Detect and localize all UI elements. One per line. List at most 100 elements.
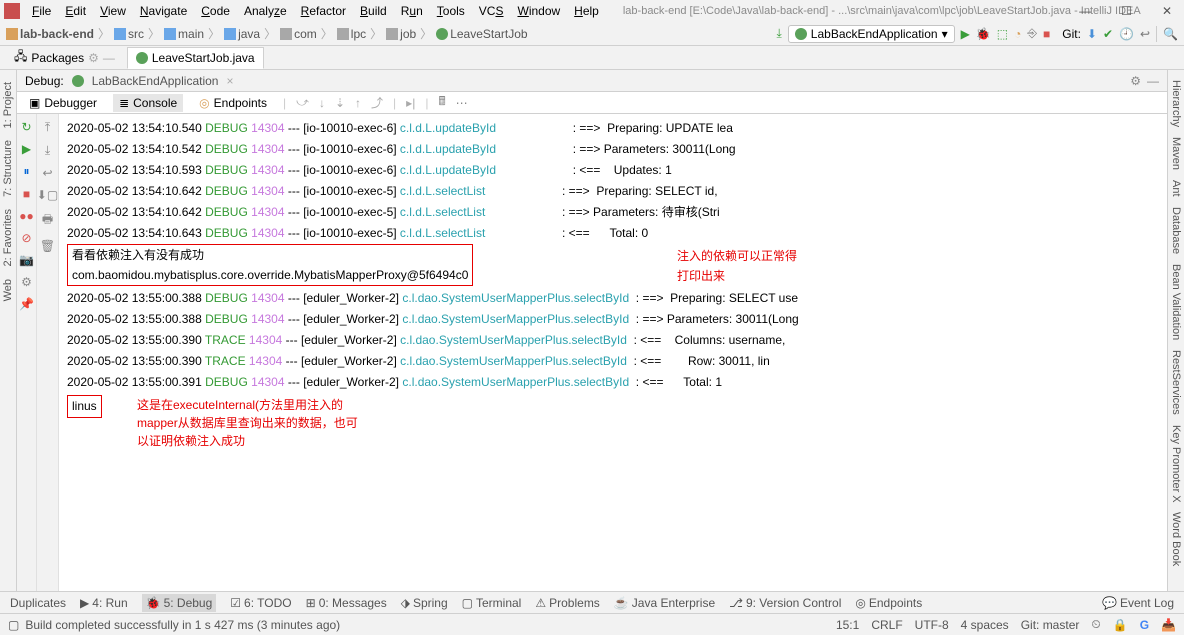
debug-config-label[interactable]: LabBackEndApplication [92,74,219,88]
menu-code[interactable]: Code [195,2,236,20]
run-to-cursor-icon[interactable]: ▸| [406,96,415,110]
messages-tool[interactable]: ⊞ 0: Messages [306,596,387,610]
menu-vcs[interactable]: VCS [473,2,510,20]
bean-validation-tool-button[interactable]: Bean Validation [1170,264,1182,340]
git-history-button[interactable]: 🕘 [1119,27,1134,41]
gear-icon[interactable]: ⚙ [1130,74,1141,88]
caret-position[interactable]: 15:1 [836,618,859,632]
vcs-tool[interactable]: ⎇ 9: Version Control [729,596,841,610]
crumb-lpc[interactable]: lpc [351,27,366,41]
stop-button[interactable]: ■ [1043,27,1050,41]
menu-help[interactable]: Help [568,2,605,20]
tool-windows-icon[interactable]: ▢ [8,618,19,632]
evaluate-icon[interactable]: 🖩 [438,92,445,113]
rest-services-tool-button[interactable]: RestServices [1170,350,1182,415]
run-tool[interactable]: ▶ 4: Run [80,596,128,610]
menu-build[interactable]: Build [354,2,393,20]
key-promoter-tool-button[interactable]: Key Promoter X [1170,425,1182,503]
print-button[interactable]: 🖶 [42,210,53,231]
git-revert-button[interactable]: ↩ [1140,27,1150,41]
breakpoints-button[interactable]: ●● [19,209,34,223]
step-out-icon[interactable]: ↑ [355,96,361,110]
crumb-java[interactable]: java [238,27,260,41]
run-config-selector[interactable]: LabBackEndApplication ▾ [788,25,955,43]
menu-tools[interactable]: Tools [431,2,471,20]
menu-window[interactable]: Window [511,2,566,20]
crumb-main[interactable]: main [178,27,204,41]
web-tool-button[interactable]: Web [2,279,14,301]
spring-tool[interactable]: ⬗ Spring [401,596,448,610]
run-button[interactable]: ▶ [961,27,970,41]
debug-button[interactable]: 🐞 [976,27,991,41]
force-step-icon[interactable]: ⇣ [335,96,345,110]
minimize-tab-icon[interactable]: — [103,51,115,65]
menu-run[interactable]: Run [395,2,429,20]
git-commit-button[interactable]: ✔ [1103,27,1113,41]
favorites-tool-button[interactable]: 2: Favorites [2,209,14,266]
crumb-src[interactable]: src [128,27,144,41]
attach-button[interactable]: ⎆ [1027,26,1037,41]
crumb-class[interactable]: LeaveStartJob [450,27,527,41]
console-output[interactable]: 2020-05-02 13:54:10.540 DEBUG 14304 --- … [59,114,1167,613]
stop-button[interactable]: ■ [23,187,30,201]
scroll-end-button[interactable]: ⬇▢ [37,188,58,202]
minimize-button[interactable]: — [1073,2,1097,20]
database-tool-button[interactable]: Database [1170,207,1182,254]
minimize-panel-icon[interactable]: — [1147,74,1159,88]
editor-tab-active[interactable]: LeaveStartJob.java [127,47,264,69]
indent-status[interactable]: 4 spaces [961,618,1009,632]
project-tool-button[interactable]: 1: Project [2,82,14,128]
rerun-button[interactable]: ↻ [21,120,31,134]
scroll-top-button[interactable]: ⤒ [45,120,50,135]
maven-tool-button[interactable]: Maven [1170,137,1182,170]
gear-icon[interactable]: ⚙ [88,51,99,65]
step-over-icon[interactable]: ⤻ [296,95,309,110]
profile-button[interactable]: ◔ [1014,27,1021,41]
clear-button[interactable]: 🗑 [40,239,55,253]
maximize-button[interactable]: ☐ [1115,2,1138,20]
lock-icon[interactable]: 🔒 [1113,618,1128,632]
more-icon[interactable]: ⋯ [456,96,468,110]
hierarchy-tool-button[interactable]: Hierarchy [1170,80,1182,127]
debug-tool[interactable]: 🐞 5: Debug [142,594,217,612]
scroll-bottom-button[interactable]: ⤓ [45,143,50,158]
build-icon[interactable]: ⤓ [776,26,781,41]
ant-tool-button[interactable]: Ant [1170,180,1182,197]
menu-refactor[interactable]: Refactor [295,2,352,20]
menu-edit[interactable]: Edit [59,2,92,20]
terminal-tool[interactable]: ▢ Terminal [462,596,522,610]
breadcrumb[interactable]: lab-back-end〉 src〉 main〉 java〉 com〉 lpc〉… [6,25,528,42]
structure-tool-button[interactable]: 7: Structure [2,140,14,197]
mute-breakpoints-button[interactable]: ⊘ [21,231,31,245]
git-update-button[interactable]: ⬇ [1087,27,1097,41]
menu-navigate[interactable]: Navigate [134,2,193,20]
close-button[interactable]: ✕ [1156,2,1178,20]
duplicates-tool[interactable]: Duplicates [10,596,66,610]
packages-tab[interactable]: 🖧 Packages ⚙ — [6,44,123,71]
drop-frame-icon[interactable]: ⤴ [371,94,383,111]
gauge-icon[interactable]: ⏲ [1091,617,1100,632]
crumb-com[interactable]: com [294,27,317,41]
endpoints-tab[interactable]: ◎Endpoints [193,94,273,112]
file-encoding[interactable]: UTF-8 [915,618,949,632]
problems-tool[interactable]: ⚠ Problems [535,596,599,610]
close-tab-icon[interactable]: × [226,74,233,88]
search-icon[interactable]: 🔍 [1163,27,1178,41]
pause-button[interactable]: ⏸ [23,164,29,179]
console-tab[interactable]: ≣Console [113,94,183,112]
resume-button[interactable]: ▶ [22,142,31,156]
camera-button[interactable]: 📷 [19,253,34,267]
soft-wrap-button[interactable]: ↩ [42,166,52,180]
event-log-tool[interactable]: 💬 Event Log [1102,596,1174,610]
word-book-tool-button[interactable]: Word Book [1170,512,1182,566]
menu-analyze[interactable]: Analyze [238,2,293,20]
endpoints-tool[interactable]: ◎ Endpoints [855,596,922,610]
inbox-icon[interactable]: 📥 [1161,618,1176,632]
coverage-button[interactable]: ⬚ [997,27,1008,41]
crumb-project[interactable]: lab-back-end [20,27,94,41]
settings-button[interactable]: ⚙ [21,275,32,289]
line-separator[interactable]: CRLF [871,618,902,632]
step-into-icon[interactable]: ↓ [319,96,325,110]
menu-file[interactable]: File [26,2,57,20]
google-icon[interactable]: G [1140,618,1149,632]
